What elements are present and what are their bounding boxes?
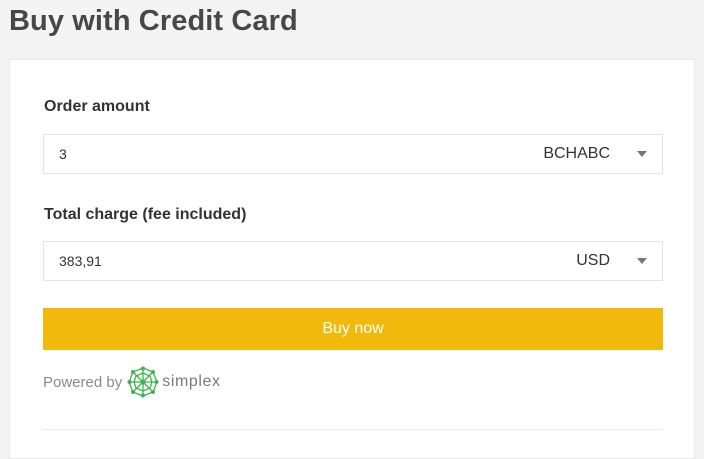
chevron-down-icon [637,258,647,264]
total-charge-field: USD [43,241,663,281]
divider [43,429,663,430]
total-currency-label: USD [576,252,610,269]
buy-now-button[interactable]: Buy now [43,308,663,350]
order-currency-select[interactable]: BCHABC [512,135,662,173]
total-currency-select[interactable]: USD [512,242,662,280]
order-amount-label: Order amount [44,98,150,115]
chevron-down-icon [637,151,647,157]
page-title: Buy with Credit Card [9,5,298,37]
simplex-wordmark: simplex [162,373,221,390]
total-charge-input[interactable] [44,242,484,280]
order-amount-input[interactable] [44,135,484,173]
powered-by: Powered by simplex [43,366,221,398]
order-currency-label: BCHABC [543,145,610,162]
simplex-logo-icon [127,366,159,398]
simplex-logo[interactable]: simplex [127,366,220,398]
purchase-card: Order amount BCHABC Total charge (fee in… [9,59,695,459]
powered-by-text: Powered by [43,373,123,391]
total-charge-label: Total charge (fee included) [44,206,247,223]
order-amount-field: BCHABC [43,134,663,174]
